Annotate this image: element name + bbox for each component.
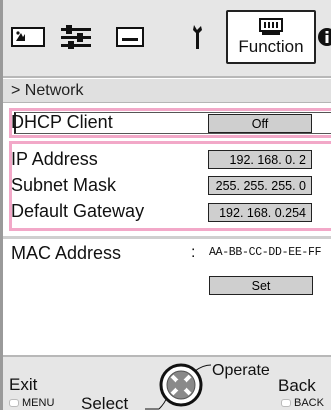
mac-address-colon: :: [191, 244, 196, 261]
exit-label: Exit: [9, 375, 38, 394]
menu-button-icon: [9, 399, 19, 407]
setup-icon[interactable]: [187, 22, 209, 52]
back-label: Back: [278, 376, 316, 395]
operate-label: Operate: [212, 362, 270, 379]
ip-address-value[interactable]: 192. 168. 0. 2: [208, 150, 312, 169]
dhcp-client-label: DHCP Client: [11, 112, 113, 132]
subnet-mask-value[interactable]: 255. 255. 255. 0: [208, 176, 312, 195]
breadcrumb: > Network: [3, 79, 331, 103]
set-button[interactable]: Set: [209, 276, 313, 295]
menu-hint-label: MENU: [22, 397, 55, 409]
info-icon[interactable]: [316, 22, 331, 52]
control-guide: Exit MENU Select Operate Back BACK: [3, 357, 331, 413]
mac-address-label: MAC Address: [11, 243, 122, 263]
screen-icon[interactable]: [113, 22, 147, 52]
default-gateway-label: Default Gateway: [11, 201, 145, 221]
back-hint: BACK: [281, 397, 324, 409]
default-gateway-value[interactable]: 192. 168. 0.254: [208, 203, 312, 222]
menu-toolbar: Function: [3, 0, 331, 78]
back-button-icon: [281, 399, 291, 407]
settings-screen: Function > Network DHCP Client Off IP Ad…: [0, 0, 331, 413]
function-tab[interactable]: Function: [226, 10, 316, 64]
function-icon: [259, 17, 283, 35]
menu-hint: MENU: [9, 397, 54, 409]
adjust-icon[interactable]: [59, 22, 93, 52]
picture-icon[interactable]: [11, 22, 45, 52]
function-tab-label: Function: [238, 36, 304, 56]
back-hint-label: BACK: [294, 397, 324, 409]
dhcp-client-value[interactable]: Off: [208, 114, 312, 133]
mac-address-value: AA-BB-CC-DD-EE-FF: [209, 246, 322, 259]
divider: [3, 236, 331, 239]
subnet-mask-label: Subnet Mask: [11, 175, 117, 195]
ip-address-label: IP Address: [11, 149, 98, 169]
select-label: Select: [81, 394, 129, 413]
